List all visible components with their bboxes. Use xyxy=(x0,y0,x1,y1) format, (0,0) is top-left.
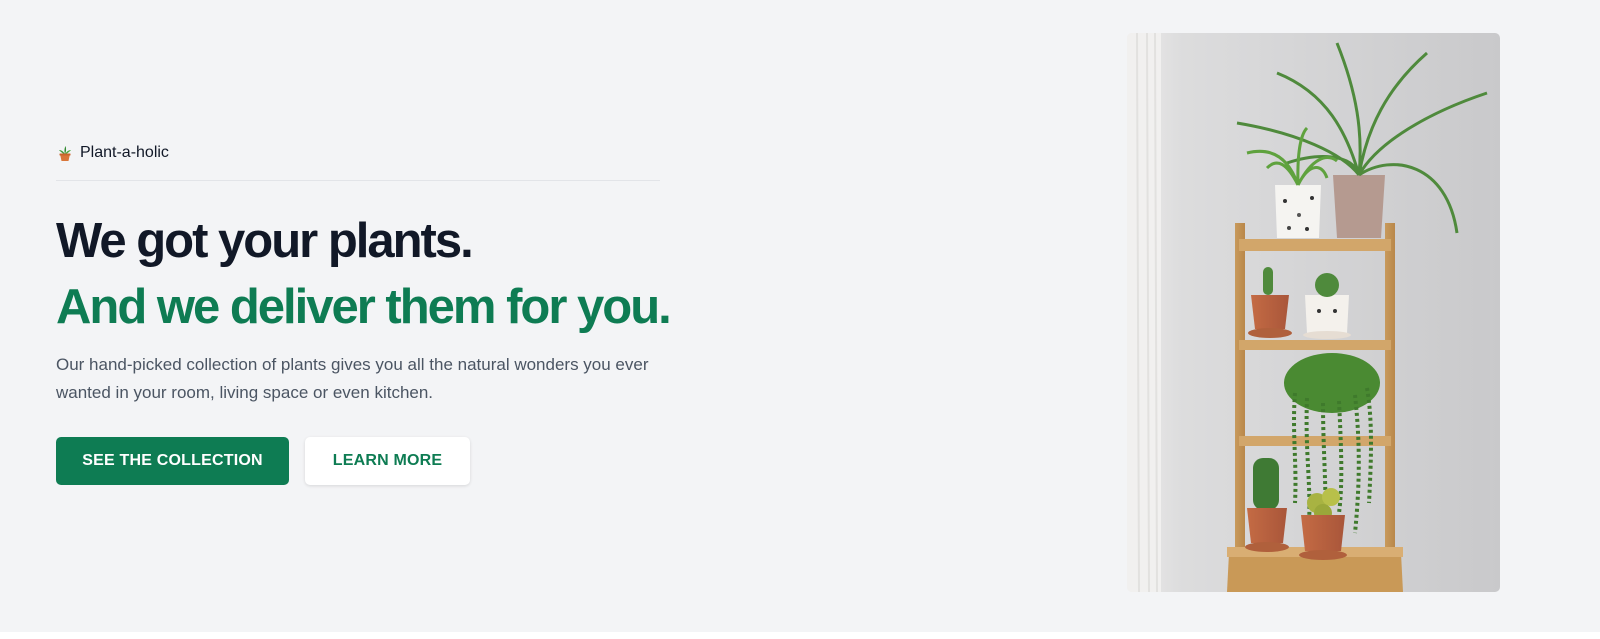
brand[interactable]: Plant-a-holic xyxy=(56,138,676,168)
potted-plant-icon xyxy=(59,146,71,161)
hero-content: Plant-a-holic We got your plants. And we… xyxy=(56,138,676,485)
divider xyxy=(56,180,660,181)
hero-actions: SEE THE COLLECTION LEARN MORE xyxy=(56,437,676,485)
bottom-strip xyxy=(0,632,1600,639)
hero-description: Our hand-picked collection of plants giv… xyxy=(56,355,649,402)
see-collection-button[interactable]: SEE THE COLLECTION xyxy=(56,437,289,485)
headline-primary: We got your plants. xyxy=(56,214,474,268)
brand-name: Plant-a-holic xyxy=(80,144,169,161)
plant-shelf-illustration xyxy=(1127,33,1500,592)
learn-more-button[interactable]: LEARN MORE xyxy=(305,437,470,485)
hero-image xyxy=(1127,33,1500,592)
headline-accent: And we deliver them for you. xyxy=(56,280,672,334)
landing-page: Plant-a-holic We got your plants. And we… xyxy=(0,0,1600,639)
